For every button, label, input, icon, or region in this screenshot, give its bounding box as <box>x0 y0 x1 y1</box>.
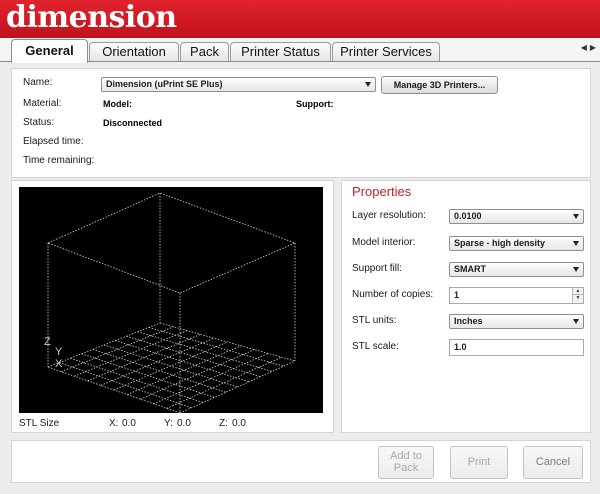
y-size-value: 0.0 <box>177 418 191 429</box>
copies-value: 1 <box>454 290 460 300</box>
z-size-value: 0.0 <box>232 418 246 429</box>
model-interior-label: Model interior: <box>352 237 416 248</box>
tab-pack[interactable]: Pack <box>180 42 229 62</box>
stl-units-label: STL units: <box>352 315 397 326</box>
tab-scroll: ◀ ▶ <box>578 43 596 52</box>
stl-size-label: STL Size <box>19 418 60 429</box>
platform-grid-line <box>140 349 255 400</box>
build-volume-wireframe: Z Y X <box>44 192 297 414</box>
chevron-down-icon <box>365 82 371 87</box>
model-interior-value: Sparse - high density <box>454 238 546 248</box>
manage-3d-printers-button[interactable]: Manage 3D Printers... <box>381 76 498 94</box>
tab-printer-services[interactable]: Printer Services <box>332 42 440 62</box>
platform-grid-line <box>127 345 242 395</box>
copies-spin-buttons: ▲ ▼ <box>572 288 583 303</box>
spin-down-icon[interactable]: ▼ <box>573 295 583 302</box>
dimension-logo: dimension <box>6 1 177 35</box>
support-label: Support: <box>296 99 334 109</box>
print-label: Print <box>467 456 491 468</box>
material-label: Material: <box>23 98 62 109</box>
x-size-value: 0.0 <box>122 418 136 429</box>
axis-label-z: Z <box>44 336 51 348</box>
stl-units-select[interactable]: Inches <box>449 314 584 329</box>
support-fill-label: Support fill: <box>352 263 403 274</box>
manage-button-label: Manage 3D Printers... <box>393 80 486 90</box>
tab-label: Printer Status <box>241 44 320 59</box>
stl-units-value: Inches <box>454 316 483 326</box>
tab-label: Printer Services <box>340 44 432 59</box>
axis-label-y: Y <box>55 346 63 358</box>
add-to-pack-label-line2: Pack <box>393 462 419 474</box>
z-size-label: Z: <box>219 418 228 429</box>
3d-viewport[interactable]: Z Y X <box>19 187 323 414</box>
print-button[interactable]: Print <box>450 446 508 479</box>
chevron-down-icon <box>573 241 579 246</box>
add-to-pack-label-line1: Add to <box>390 450 422 462</box>
general-tab-content: Name: Dimension (uPrint SE Plus) Manage … <box>0 61 600 494</box>
tab-orientation[interactable]: Orientation <box>89 42 179 62</box>
cancel-label: Cancel <box>535 456 571 468</box>
copies-stepper[interactable]: 1 ▲ ▼ <box>449 287 584 304</box>
time-remaining-label: Time remaining: <box>23 155 95 166</box>
tab-general[interactable]: General <box>11 39 88 63</box>
tab-printer-status[interactable]: Printer Status <box>230 42 331 62</box>
printer-info-panel: Name: Dimension (uPrint SE Plus) Manage … <box>11 68 591 178</box>
platform-grid-line <box>179 360 296 414</box>
platform-grid-line <box>148 327 284 367</box>
support-fill-select[interactable]: SMART <box>449 262 584 277</box>
printer-name-value: Dimension (uPrint SE Plus) <box>106 79 223 89</box>
status-label: Status: <box>23 117 55 128</box>
chevron-down-icon <box>573 267 579 272</box>
number-of-copies-label: Number of copies: <box>352 289 434 300</box>
preview-panel: Z Y X STL Size X: 0.0 Y: 0.0 Z: 0.0 <box>11 180 334 433</box>
chevron-down-icon <box>573 214 579 219</box>
layer-resolution-label: Layer resolution: <box>352 210 426 221</box>
logo-text: dimension <box>6 0 177 35</box>
stl-scale-input[interactable]: 1.0 <box>449 339 584 356</box>
tab-label: General <box>25 43 74 58</box>
scroll-left-icon[interactable]: ◀ <box>581 43 587 52</box>
spin-up-icon[interactable]: ▲ <box>573 288 583 295</box>
platform-grid-line <box>100 337 215 386</box>
x-size-label: X: <box>109 418 119 429</box>
properties-title: Properties <box>352 184 412 199</box>
stl-scale-label: STL scale: <box>352 341 399 352</box>
chevron-down-icon <box>573 319 579 324</box>
support-fill-value: SMART <box>454 264 486 274</box>
add-to-pack-button[interactable]: Add to Pack <box>378 446 434 479</box>
status-value: Disconnected <box>103 118 163 128</box>
model-label: Model: <box>103 99 132 109</box>
platform-grid-line <box>61 326 174 372</box>
axis-label-x: X <box>55 358 63 370</box>
action-bar: Add to Pack Print Cancel <box>11 440 591 483</box>
tab-label: Pack <box>190 44 219 59</box>
layer-resolution-select[interactable]: 0.0100 <box>449 209 584 224</box>
printer-name-select[interactable]: Dimension (uPrint SE Plus) <box>101 77 376 92</box>
elapsed-time-label: Elapsed time: <box>23 136 84 147</box>
name-label: Name: <box>23 77 53 88</box>
scroll-right-icon[interactable]: ▶ <box>590 43 596 52</box>
model-interior-select[interactable]: Sparse - high density <box>449 236 584 251</box>
stl-scale-value: 1.0 <box>454 342 467 352</box>
properties-panel: Properties Layer resolution: 0.0100 Mode… <box>341 180 591 433</box>
tab-bar: General Orientation Pack Printer Status … <box>0 38 600 63</box>
cancel-button[interactable]: Cancel <box>523 446 583 479</box>
platform-grid-line <box>166 356 282 409</box>
layer-resolution-value: 0.0100 <box>454 211 482 221</box>
volume-top-edge <box>46 192 297 294</box>
app-header: dimension <box>0 0 600 38</box>
y-size-label: Y: <box>164 418 173 429</box>
tab-label: Orientation <box>102 44 166 59</box>
